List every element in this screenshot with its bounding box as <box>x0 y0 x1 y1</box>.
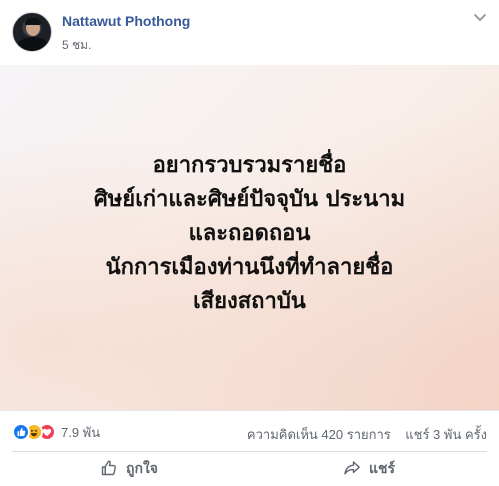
post-header: Nattawut Phothong 5 ชม. <box>0 0 499 62</box>
post-text-line: ศิษย์เก่าและศิษย์ปัจจุบัน ประนาม <box>93 187 406 212</box>
share-arrow-icon <box>343 459 361 480</box>
like-button-label: ถูกใจ <box>126 460 158 476</box>
stats-bar: 7.9 พัน ความคิดเห็น 420 รายการ แชร์ 3 พั… <box>0 411 499 451</box>
post-text-line: เสียงสถาบัน <box>193 289 306 314</box>
post-timestamp[interactable]: 5 ชม. <box>62 36 91 55</box>
share-count[interactable]: แชร์ 3 พัน ครั้ง <box>405 427 487 442</box>
post-text-line: และถอดถอน <box>188 221 311 246</box>
comment-count[interactable]: ความคิดเห็น 420 รายการ <box>247 427 391 442</box>
like-icon <box>12 423 30 441</box>
chevron-down-icon[interactable] <box>472 9 488 25</box>
action-bar: ถูกใจ แชร์ <box>0 452 499 486</box>
post-text-line: นักการเมืองท่านนึงที่ทำลายชื่อ <box>105 255 394 280</box>
post-image-text: อยากรวบรวมรายชื่อ ศิษย์เก่าและศิษย์ปัจจุ… <box>0 149 499 319</box>
share-button[interactable]: แชร์ <box>343 452 395 486</box>
share-button-label: แชร์ <box>369 460 396 476</box>
author-name[interactable]: Nattawut Phothong <box>62 13 190 29</box>
reactions-summary[interactable]: 7.9 พัน <box>12 423 100 441</box>
thumbs-up-icon <box>100 459 118 480</box>
like-button[interactable]: ถูกใจ <box>100 452 158 486</box>
post-text-line: อยากรวบรวมรายชื่อ <box>152 153 347 178</box>
author-avatar[interactable] <box>12 12 52 52</box>
engagement-stats: ความคิดเห็น 420 รายการ แชร์ 3 พัน ครั้ง <box>247 424 487 445</box>
reaction-count[interactable]: 7.9 พัน <box>61 422 100 443</box>
